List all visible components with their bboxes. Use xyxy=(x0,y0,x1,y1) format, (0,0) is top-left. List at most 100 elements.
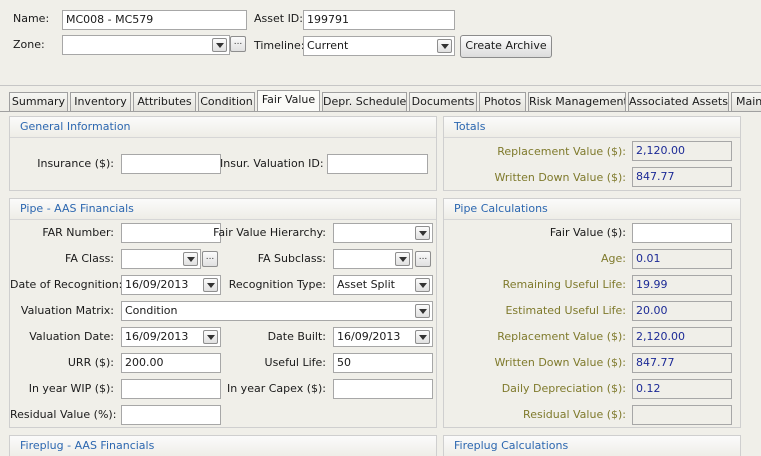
fa-subclass-lookup-button[interactable]: ... xyxy=(415,251,431,267)
recognition-type-select[interactable]: Asset Split xyxy=(333,275,433,295)
insurance-label: Insurance ($): xyxy=(37,157,114,170)
residual-value-percent-label: Residual Value (%): xyxy=(10,408,117,421)
pipe-financials-panel: Pipe - AAS Financials FAR Number: Fair V… xyxy=(9,198,437,428)
in-year-capex-label: In year Capex ($): xyxy=(226,382,326,395)
chevron-down-icon[interactable] xyxy=(395,252,410,266)
fair-value-label: Fair Value ($): xyxy=(549,226,626,239)
tab-attributes[interactable]: Attributes xyxy=(133,92,196,111)
ellipsis-icon: ... xyxy=(233,37,243,47)
date-of-recognition-value: 16/09/2013 xyxy=(125,278,189,291)
estimated-useful-life-label: Estimated Useful Life: xyxy=(505,304,626,317)
far-number-field[interactable] xyxy=(121,223,221,243)
fa-subclass-select[interactable] xyxy=(333,249,413,269)
timeline-select[interactable]: Current xyxy=(303,36,455,56)
chevron-down-icon[interactable] xyxy=(415,226,430,240)
tab-depr-schedule[interactable]: Depr. Schedule xyxy=(322,92,407,111)
name-field[interactable]: MC008 - MC579 xyxy=(62,10,247,30)
timeline-label: Timeline: xyxy=(254,39,305,52)
date-of-recognition-field[interactable]: 16/09/2013 xyxy=(121,275,221,295)
daily-depreciation-label: Daily Depreciation ($): xyxy=(501,382,626,395)
date-built-label: Date Built: xyxy=(267,330,326,343)
valuation-date-value: 16/09/2013 xyxy=(125,330,189,343)
valuation-matrix-value: Condition xyxy=(125,304,178,317)
fa-class-select[interactable] xyxy=(121,249,201,269)
residual-value-percent-field[interactable] xyxy=(121,405,221,425)
timeline-value: Current xyxy=(307,39,349,52)
tab-summary[interactable]: Summary xyxy=(9,92,68,111)
useful-life-field[interactable]: 50 xyxy=(333,353,433,373)
tab-fair-value[interactable]: Fair Value xyxy=(257,90,320,112)
far-number-label: FAR Number: xyxy=(42,226,114,239)
fa-subclass-label: FA Subclass: xyxy=(257,252,326,265)
chevron-down-icon[interactable] xyxy=(437,39,452,53)
chevron-down-icon[interactable] xyxy=(212,38,227,52)
pipe-financials-title: Pipe - AAS Financials xyxy=(10,199,436,220)
valuation-matrix-label: Valuation Matrix: xyxy=(20,304,114,317)
tab-risk-management[interactable]: Risk Management xyxy=(528,92,626,111)
estimated-useful-life-field: 20.00 xyxy=(632,301,732,321)
in-year-capex-field[interactable] xyxy=(333,379,433,399)
fireplug-calculations-title: Fireplug Calculations xyxy=(444,436,740,456)
general-information-title: General Information xyxy=(10,117,436,138)
totals-written-down-value-field: 847.77 xyxy=(632,167,732,187)
name-label: Name: xyxy=(13,12,50,25)
insur-valuation-id-label: Insur. Valuation ID: xyxy=(220,157,324,170)
age-label: Age: xyxy=(601,252,626,265)
urr-field[interactable]: 200.00 xyxy=(121,353,221,373)
in-year-wip-field[interactable] xyxy=(121,379,221,399)
calc-replacement-value-label: Replacement Value ($): xyxy=(497,330,626,343)
valuation-date-label: Valuation Date: xyxy=(29,330,114,343)
tab-photos[interactable]: Photos xyxy=(479,92,526,111)
create-archive-button[interactable]: Create Archive xyxy=(460,35,552,58)
zone-select[interactable] xyxy=(62,35,230,55)
useful-life-label: Useful Life: xyxy=(264,356,326,369)
tab-condition[interactable]: Condition xyxy=(198,92,255,111)
date-of-recognition-label: Date of Recognition: xyxy=(10,278,123,291)
recognition-type-label: Recognition Type: xyxy=(228,278,326,291)
tab-associated-assets[interactable]: Associated Assets xyxy=(628,92,729,111)
calc-replacement-value-field: 2,120.00 xyxy=(632,327,732,347)
remaining-useful-life-field: 19.99 xyxy=(632,275,732,295)
header-area: Name: MC008 - MC579 Asset ID: 199791 Zon… xyxy=(0,0,761,86)
fair-value-hierarchy-select[interactable] xyxy=(333,223,433,243)
valuation-date-field[interactable]: 16/09/2013 xyxy=(121,327,221,347)
date-built-value: 16/09/2013 xyxy=(337,330,401,343)
pipe-calculations-panel: Pipe Calculations Fair Value ($): Age: 0… xyxy=(443,198,741,428)
tab-documents[interactable]: Documents xyxy=(409,92,477,111)
totals-replacement-value-label: Replacement Value ($): xyxy=(497,145,626,158)
zone-lookup-button[interactable]: ... xyxy=(230,36,246,52)
urr-label: URR ($): xyxy=(67,356,114,369)
tab-content-border xyxy=(0,111,761,112)
asset-id-field[interactable]: 199791 xyxy=(303,10,455,30)
zone-label: Zone: xyxy=(13,38,45,51)
tab-main[interactable]: Main xyxy=(731,92,761,111)
ellipsis-icon: ... xyxy=(418,252,428,262)
tab-inventory[interactable]: Inventory xyxy=(70,92,131,111)
fair-value-field[interactable] xyxy=(632,223,732,243)
recognition-type-value: Asset Split xyxy=(337,278,395,291)
calc-residual-value-field xyxy=(632,405,732,425)
pipe-calculations-title: Pipe Calculations xyxy=(444,199,740,220)
chevron-down-icon[interactable] xyxy=(415,304,430,318)
calc-residual-value-label: Residual Value ($): xyxy=(523,408,626,421)
general-information-panel: General Information Insurance ($): Insur… xyxy=(9,116,437,191)
fireplug-calculations-panel: Fireplug Calculations xyxy=(443,435,741,456)
in-year-wip-label: In year WIP ($): xyxy=(28,382,114,395)
age-field: 0.01 xyxy=(632,249,732,269)
asset-id-label: Asset ID: xyxy=(254,12,303,25)
insur-valuation-id-field[interactable] xyxy=(327,154,428,174)
valuation-matrix-select[interactable]: Condition xyxy=(121,301,433,321)
totals-replacement-value-field: 2,120.00 xyxy=(632,141,732,161)
calc-written-down-value-label: Written Down Value ($): xyxy=(494,356,626,369)
chevron-down-icon[interactable] xyxy=(183,252,198,266)
totals-panel: Totals Replacement Value ($): 2,120.00 W… xyxy=(443,116,741,191)
totals-title: Totals xyxy=(444,117,740,138)
chevron-down-icon[interactable] xyxy=(415,330,430,344)
fa-class-label: FA Class: xyxy=(65,252,114,265)
remaining-useful-life-label: Remaining Useful Life: xyxy=(502,278,626,291)
fireplug-financials-panel: Fireplug - AAS Financials xyxy=(9,435,437,456)
totals-written-down-value-label: Written Down Value ($): xyxy=(494,171,626,184)
date-built-field[interactable]: 16/09/2013 xyxy=(333,327,433,347)
chevron-down-icon[interactable] xyxy=(415,278,430,292)
insurance-field[interactable] xyxy=(121,154,221,174)
